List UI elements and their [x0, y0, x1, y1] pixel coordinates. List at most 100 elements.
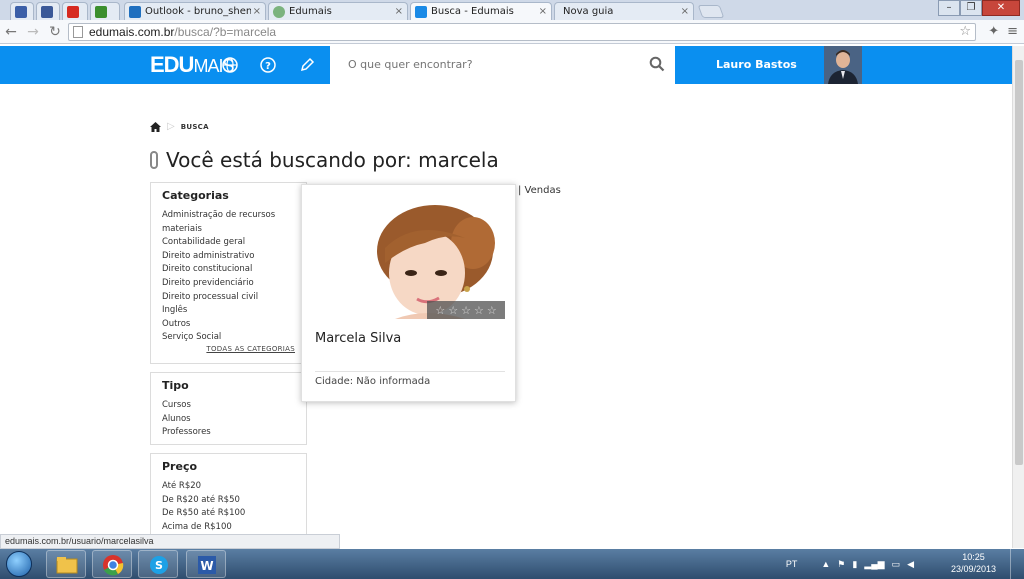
taskbar-clock[interactable]: 10:25 23/09/2013	[951, 551, 996, 575]
help-icon[interactable]: ?	[258, 55, 278, 75]
star-icon: ☆	[461, 303, 471, 317]
new-tab-button[interactable]	[697, 5, 725, 18]
profile-photo[interactable]: ☆ ☆ ☆ ☆ ☆	[355, 203, 505, 319]
back-button[interactable]: ←	[0, 24, 22, 40]
address-bar[interactable]: edumais.com.br/busca/?b=marcela ☆	[68, 23, 976, 41]
type-panel: Tipo Cursos Alunos Professores	[150, 372, 307, 445]
globe-icon[interactable]	[220, 55, 240, 75]
word-taskbar-button[interactable]: W	[186, 550, 226, 578]
battery-icon[interactable]: ▭	[892, 559, 901, 570]
chrome-taskbar-button[interactable]	[92, 550, 132, 578]
browser-tab[interactable]	[62, 2, 88, 20]
category-link[interactable]: Direito processual civil	[162, 291, 295, 305]
youtube-icon	[67, 5, 79, 18]
category-link[interactable]: Outros	[162, 318, 295, 332]
result-name[interactable]: Marcela Silva	[315, 331, 401, 346]
category-link[interactable]: Inglês	[162, 304, 295, 318]
show-desktop-button[interactable]	[1010, 549, 1024, 579]
category-link[interactable]: Direito administrativo	[162, 250, 295, 264]
page-scrollbar[interactable]	[1012, 46, 1024, 548]
browser-tab[interactable]	[10, 2, 34, 20]
site-header: EDUMAIS ? Lauro Bastos	[0, 46, 1012, 84]
price-link[interactable]: De R$50 até R$100	[162, 507, 295, 521]
user-photo	[824, 46, 862, 84]
edumais-favicon-icon	[273, 5, 285, 18]
skype-taskbar-button[interactable]: S	[138, 550, 178, 578]
tab-close-icon[interactable]: ×	[395, 6, 403, 17]
flag-icon[interactable]: ⚑	[837, 559, 845, 570]
browser-tab-busca[interactable]: Busca - Edumais ×	[410, 2, 552, 20]
forward-button[interactable]: →	[22, 24, 44, 40]
search-input[interactable]	[348, 46, 648, 82]
panel-title: Categorias	[162, 189, 229, 202]
price-panel: Preço Até R$20 De R$20 até R$50 De R$50 …	[150, 453, 307, 539]
browser-tab[interactable]	[90, 2, 120, 20]
explorer-taskbar-button[interactable]	[46, 550, 86, 578]
signal-icon[interactable]: ▂▄▆	[864, 559, 884, 570]
windows-taskbar: S W PT ▲ ⚑ ▮ ▂▄▆ ▭ ◀ 10:25 23/09/2013	[0, 549, 1024, 579]
star-icon: ☆	[486, 303, 497, 317]
tab-label: Busca - Edumais	[431, 6, 514, 17]
extension-icon[interactable]: ✦	[988, 24, 999, 39]
language-indicator[interactable]: PT	[786, 559, 798, 569]
tab-close-icon[interactable]: ×	[253, 6, 261, 17]
tab-close-icon[interactable]: ×	[681, 6, 689, 17]
breadcrumb-separator-icon: ▷	[167, 121, 175, 132]
scrollbar-thumb[interactable]	[1015, 60, 1023, 465]
tab-label: Nova guia	[563, 6, 614, 17]
result-card[interactable]: ☆ ☆ ☆ ☆ ☆ Marcela Silva Cidade: Não info…	[301, 184, 516, 402]
price-link[interactable]: Até R$20	[162, 480, 295, 494]
type-link[interactable]: Cursos	[162, 399, 295, 413]
type-link[interactable]: Professores	[162, 426, 295, 440]
window-controls: – ❐ ✕	[938, 0, 1020, 16]
category-link[interactable]: Direito previdenciário	[162, 277, 295, 291]
logo-text: EDU	[150, 52, 194, 77]
sort-option-vendas[interactable]: | Vendas	[518, 185, 561, 196]
all-categories-link[interactable]: TODAS AS CATEGORIAS	[162, 345, 295, 353]
star-icon: ☆	[473, 303, 484, 317]
browser-tab[interactable]	[36, 2, 60, 20]
home-icon[interactable]	[150, 121, 161, 132]
svg-text:W: W	[200, 559, 213, 573]
category-link[interactable]: Contabilidade geral	[162, 236, 295, 250]
type-link[interactable]: Alunos	[162, 413, 295, 427]
tab-favicon-icon	[15, 5, 27, 18]
browser-tab-edumais[interactable]: Edumais ×	[268, 2, 408, 20]
url-host: edumais.com.br	[89, 25, 175, 39]
browser-tab-new[interactable]: Nova guia ×	[554, 2, 694, 20]
star-icon: ☆	[435, 303, 446, 317]
price-link[interactable]: De R$20 até R$50	[162, 494, 295, 508]
page-icon	[73, 26, 83, 38]
bookmark-star-icon[interactable]: ☆	[959, 24, 971, 39]
category-link[interactable]: Administração de recursos materiais	[162, 209, 295, 236]
folder-icon	[56, 557, 78, 574]
maximize-button[interactable]: ❐	[960, 0, 982, 16]
browser-toolbar: ← → ↻ edumais.com.br/busca/?b=marcela ☆ …	[0, 20, 1024, 44]
url-path: /busca/?b=marcela	[174, 25, 277, 39]
svg-text:S: S	[155, 559, 163, 572]
category-link[interactable]: Serviço Social	[162, 331, 295, 345]
tab-close-icon[interactable]: ×	[539, 6, 547, 17]
pencil-icon[interactable]	[297, 55, 317, 75]
start-button[interactable]	[6, 551, 32, 577]
menu-icon[interactable]: ≡	[1007, 24, 1018, 39]
search-icon[interactable]	[649, 56, 665, 72]
close-window-button[interactable]: ✕	[982, 0, 1020, 16]
minimize-button[interactable]: –	[938, 0, 960, 16]
reload-button[interactable]: ↻	[44, 24, 66, 40]
edumais-favicon-icon	[415, 5, 427, 18]
category-link[interactable]: Direito constitucional	[162, 263, 295, 277]
avatar[interactable]	[824, 46, 862, 84]
network-icon[interactable]: ▮	[852, 559, 857, 570]
price-link[interactable]: Acima de R$100	[162, 521, 295, 535]
user-menu[interactable]: Lauro Bastos	[675, 46, 1012, 84]
tab-favicon-icon	[95, 5, 107, 18]
browser-tab-outlook[interactable]: Outlook - bruno_shenn@ ×	[124, 2, 266, 20]
page-title-row: Você está buscando por: marcela	[150, 148, 499, 172]
page-title: Você está buscando por: marcela	[166, 148, 499, 172]
breadcrumb: ▷ BUSCA	[150, 121, 209, 132]
chrome-icon	[103, 555, 124, 576]
categories-panel: Categorias Administração de recursos mat…	[150, 182, 307, 364]
volume-icon[interactable]: ◀	[907, 559, 914, 570]
show-hidden-icons-icon[interactable]: ▲	[821, 559, 830, 569]
